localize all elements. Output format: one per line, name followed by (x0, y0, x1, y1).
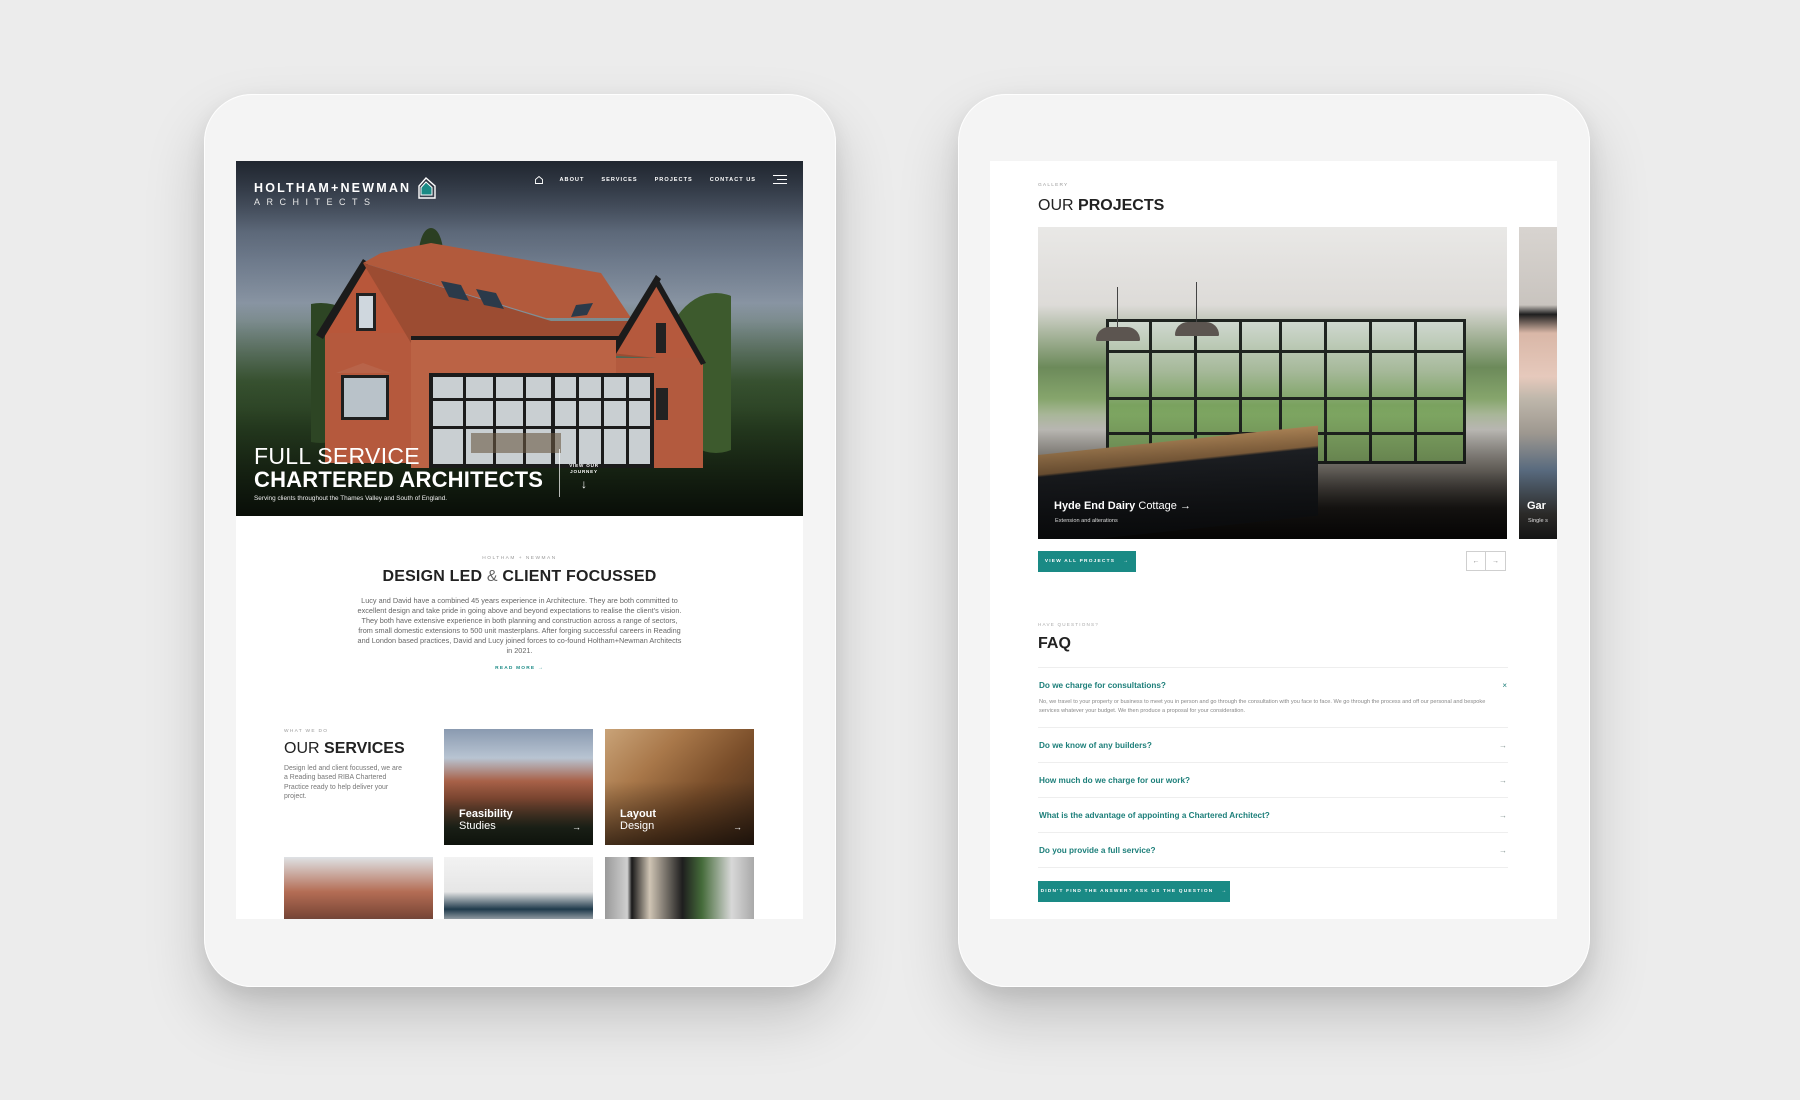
faq-question[interactable]: Do you provide a full service? → (1038, 833, 1508, 867)
project-name-bold: Hyde End Dairy (1054, 500, 1136, 512)
project-card-hyde-end[interactable]: Hyde End Dairy Cottage → Extension and a… (1038, 227, 1507, 539)
tile-label: Feasibility Studies (459, 808, 513, 832)
tablet-right: GALLERY OUR PROJECTS Hyde End Dairy Cott… (958, 94, 1590, 987)
arrow-right-icon: → (1499, 775, 1507, 785)
service-tile-feasibility[interactable]: Feasibility Studies → (444, 729, 593, 845)
nav-projects[interactable]: PROJECTS (655, 177, 693, 183)
faq-item: Do we charge for consultations? × No, we… (1038, 667, 1508, 727)
tile-label-bold: Feasibility (459, 808, 513, 820)
arrow-right-icon: → (1179, 500, 1191, 512)
faq-question[interactable]: Do we charge for consultations? × (1038, 668, 1508, 702)
projects-title-bold: PROJECTS (1078, 197, 1165, 214)
tile-label-bold: Layout (620, 808, 657, 820)
intro-body: Lucy and David have a combined 45 years … (357, 596, 682, 655)
faq-question[interactable]: What is the advantage of appointing a Ch… (1038, 798, 1508, 832)
tablet-left: HOLTHAM+NEWMAN ARCHITECTS ABOUT SERVICES… (204, 94, 836, 987)
service-tile-bathroom[interactable] (444, 857, 593, 919)
project-subtitle: Extension and alterations (1055, 518, 1118, 524)
faq-answer: No, we travel to your property or busine… (1039, 699, 1486, 714)
faq-title: FAQ (1038, 635, 1071, 652)
hero-heading: FULL SERVICE CHARTERED ARCHITECTS Servin… (254, 443, 544, 503)
hero-subtitle: Serving clients throughout the Thames Va… (254, 495, 448, 502)
faq-eyebrow: HAVE QUESTIONS? (1038, 622, 1100, 627)
projects-title-light: OUR (1038, 197, 1074, 214)
nav-contact-us[interactable]: CONTACT US (710, 177, 756, 183)
faq-question-text: How much do we charge for our work? (1039, 775, 1191, 785)
house-logo-icon (418, 177, 436, 199)
projects-title: OUR PROJECTS (1038, 197, 1164, 215)
arrow-right-icon: → (572, 822, 581, 832)
faq-question-text: Do you provide a full service? (1039, 845, 1156, 855)
ask-question-button[interactable]: DIDN'T FIND THE ANSWER? ASK US THE QUEST… (1038, 881, 1230, 902)
hero-line2: CHARTERED ARCHITECTS (254, 467, 544, 492)
arrow-right-icon: → (733, 822, 742, 832)
service-tile-layout[interactable]: Layout Design → (605, 729, 754, 845)
project-name: Gar (1527, 500, 1546, 512)
intro-title-amp: & (486, 568, 498, 585)
gallery-eyebrow: GALLERY (1038, 183, 1069, 188)
home-icon[interactable] (534, 175, 543, 184)
intro-title-part1: DESIGN LED (382, 568, 483, 585)
hamburger-menu-icon[interactable] (773, 175, 787, 184)
carousel-next-button[interactable]: → (1486, 551, 1506, 571)
intro-title: DESIGN LED & CLIENT FOCUSSED (236, 568, 803, 586)
services-title-light: OUR (284, 740, 320, 757)
read-more-link[interactable]: READ MORE → (495, 666, 544, 671)
journey-label: VIEW OUR JOURNEY (569, 463, 599, 474)
project-card-next[interactable]: Gar Single s (1519, 227, 1557, 539)
brand-logo[interactable]: HOLTHAM+NEWMAN ARCHITECTS (254, 177, 436, 207)
arrow-right-icon: → (1499, 810, 1507, 820)
faq-question-text: What is the advantage of appointing a Ch… (1039, 810, 1270, 820)
project-subtitle: Single s (1528, 518, 1548, 524)
faq-item: Do you provide a full service? → (1038, 832, 1508, 869)
arrow-right-icon: → (1123, 559, 1130, 564)
faq-question-text: Do we charge for consultations? (1039, 680, 1166, 690)
service-tile-hallway[interactable] (605, 857, 754, 919)
brand-name: HOLTHAM+NEWMAN (254, 181, 412, 195)
faq-question[interactable]: How much do we charge for our work? → (1038, 763, 1508, 797)
faq-item: What is the advantage of appointing a Ch… (1038, 797, 1508, 832)
services-body: Design led and client focussed, we are a… (284, 765, 402, 801)
view-our-journey-link[interactable]: VIEW OUR JOURNEY ↓ (569, 463, 599, 491)
arrow-down-icon: ↓ (581, 477, 587, 491)
main-nav: ABOUT SERVICES PROJECTS CONTACT US (534, 175, 787, 184)
faq-item: Do we know of any builders? → (1038, 727, 1508, 762)
nav-about[interactable]: ABOUT (560, 177, 585, 183)
hero-divider (559, 449, 560, 497)
faq-list: Do we charge for consultations? × No, we… (1038, 667, 1508, 869)
ask-question-label: DIDN'T FIND THE ANSWER? ASK US THE QUEST… (1040, 889, 1214, 894)
right-screen: GALLERY OUR PROJECTS Hyde End Dairy Cott… (990, 161, 1557, 919)
arrow-right-icon: → (1221, 889, 1228, 894)
arrow-right-icon: → (1499, 845, 1507, 855)
arrow-right-icon: → (1499, 740, 1507, 750)
faq-question-text: Do we know of any builders? (1039, 740, 1152, 750)
carousel-pager: ← → (1466, 551, 1506, 571)
tile-label: Layout Design (620, 808, 656, 832)
tile-label-light: Studies (459, 820, 496, 832)
tile-label-light: Design (620, 820, 655, 832)
view-all-label: VIEW ALL PROJECTS (1044, 559, 1116, 564)
left-screen: HOLTHAM+NEWMAN ARCHITECTS ABOUT SERVICES… (236, 161, 803, 919)
intro-section: HOLTHAM + NEWMAN DESIGN LED & CLIENT FOC… (236, 556, 803, 674)
intro-eyebrow: HOLTHAM + NEWMAN (482, 556, 557, 561)
project-name: Hyde End Dairy Cottage → (1054, 500, 1191, 512)
service-tile-kitchen[interactable] (284, 857, 433, 919)
view-all-projects-button[interactable]: VIEW ALL PROJECTS → (1038, 551, 1136, 572)
project-name-light: Cottage (1138, 500, 1177, 512)
nav-services[interactable]: SERVICES (601, 177, 637, 183)
faq-question[interactable]: Do we know of any builders? → (1038, 728, 1508, 762)
services-title-bold: SERVICES (324, 740, 405, 757)
hero-section: HOLTHAM+NEWMAN ARCHITECTS ABOUT SERVICES… (236, 161, 803, 516)
hero-line1: FULL SERVICE (254, 443, 420, 469)
close-icon[interactable]: × (1502, 681, 1507, 690)
brand-sub: ARCHITECTS (254, 197, 377, 207)
carousel-prev-button[interactable]: ← (1466, 551, 1486, 571)
services-section: WHAT WE DO OUR SERVICES Design led and c… (284, 729, 754, 919)
faq-item: How much do we charge for our work? → (1038, 762, 1508, 797)
intro-title-part2: CLIENT FOCUSSED (502, 568, 657, 585)
